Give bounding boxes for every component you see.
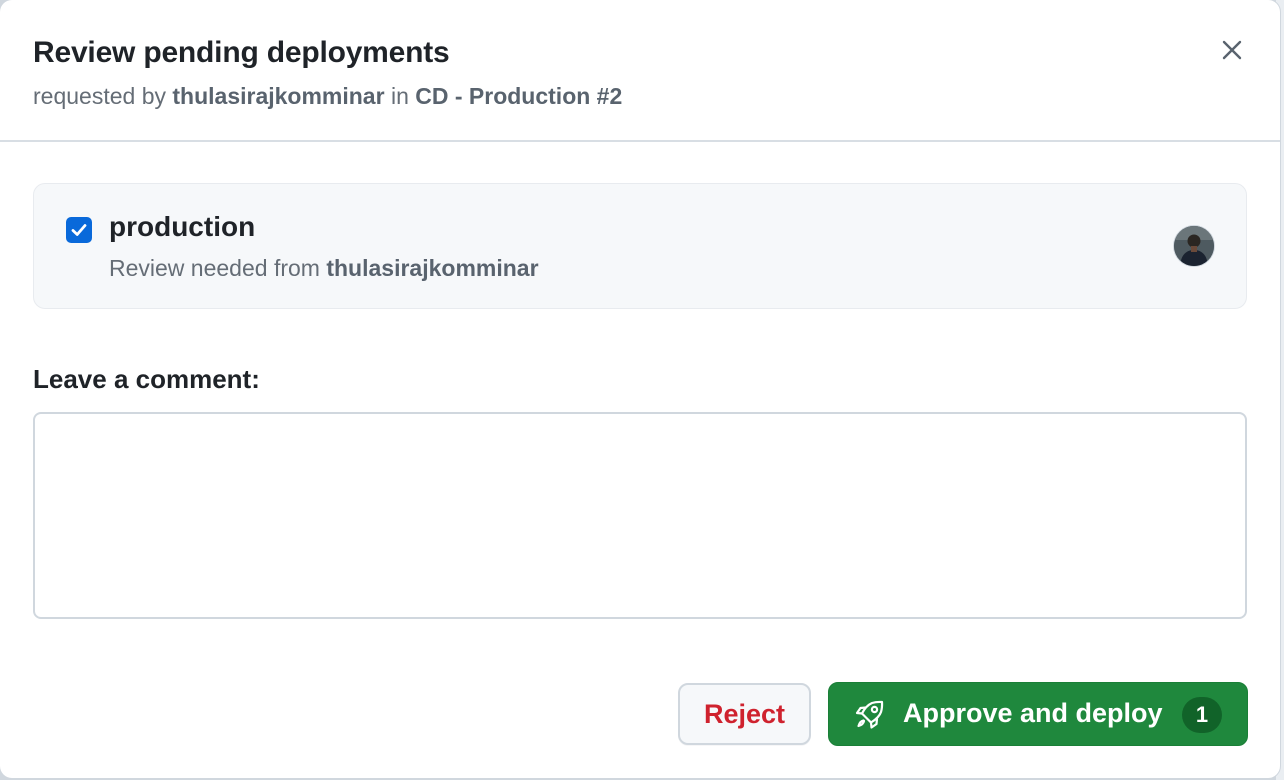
comment-input[interactable] bbox=[33, 412, 1247, 619]
dialog-header: Review pending deployments requested by … bbox=[0, 0, 1280, 142]
reviewer-name: thulasirajkomminar bbox=[326, 255, 539, 281]
approve-label: Approve and deploy bbox=[903, 698, 1163, 728]
requester-name: thulasirajkomminar bbox=[172, 83, 385, 109]
reject-button[interactable]: Reject bbox=[678, 683, 811, 745]
environment-name: production bbox=[109, 211, 256, 242]
close-icon bbox=[1222, 40, 1242, 60]
environment-review-note: Review needed from thulasirajkomminar bbox=[109, 255, 539, 282]
avatar-image bbox=[1174, 226, 1214, 266]
user-avatar[interactable] bbox=[1174, 226, 1214, 266]
approve-and-deploy-button[interactable]: Approve and deploy 1 bbox=[828, 682, 1248, 746]
environment-checkbox[interactable] bbox=[66, 217, 92, 243]
comment-label: Leave a comment: bbox=[33, 364, 260, 394]
workflow-run-name: CD - Production #2 bbox=[415, 83, 623, 109]
approve-count-badge: 1 bbox=[1182, 697, 1222, 733]
dialog-subtitle: requested by thulasirajkomminar in CD - … bbox=[33, 83, 622, 110]
reject-label: Reject bbox=[703, 698, 786, 729]
subtitle-prefix: requested by bbox=[33, 83, 166, 109]
environment-card: production Review needed from thulasiraj… bbox=[33, 183, 1247, 309]
review-deployments-dialog: Review pending deployments requested by … bbox=[0, 0, 1280, 778]
review-prefix: Review needed from bbox=[109, 255, 320, 281]
rocket-icon bbox=[855, 700, 884, 729]
dialog-title: Review pending deployments bbox=[33, 36, 450, 69]
close-button[interactable] bbox=[1212, 30, 1252, 70]
subtitle-in: in bbox=[390, 83, 409, 109]
checkmark-icon bbox=[71, 224, 87, 236]
